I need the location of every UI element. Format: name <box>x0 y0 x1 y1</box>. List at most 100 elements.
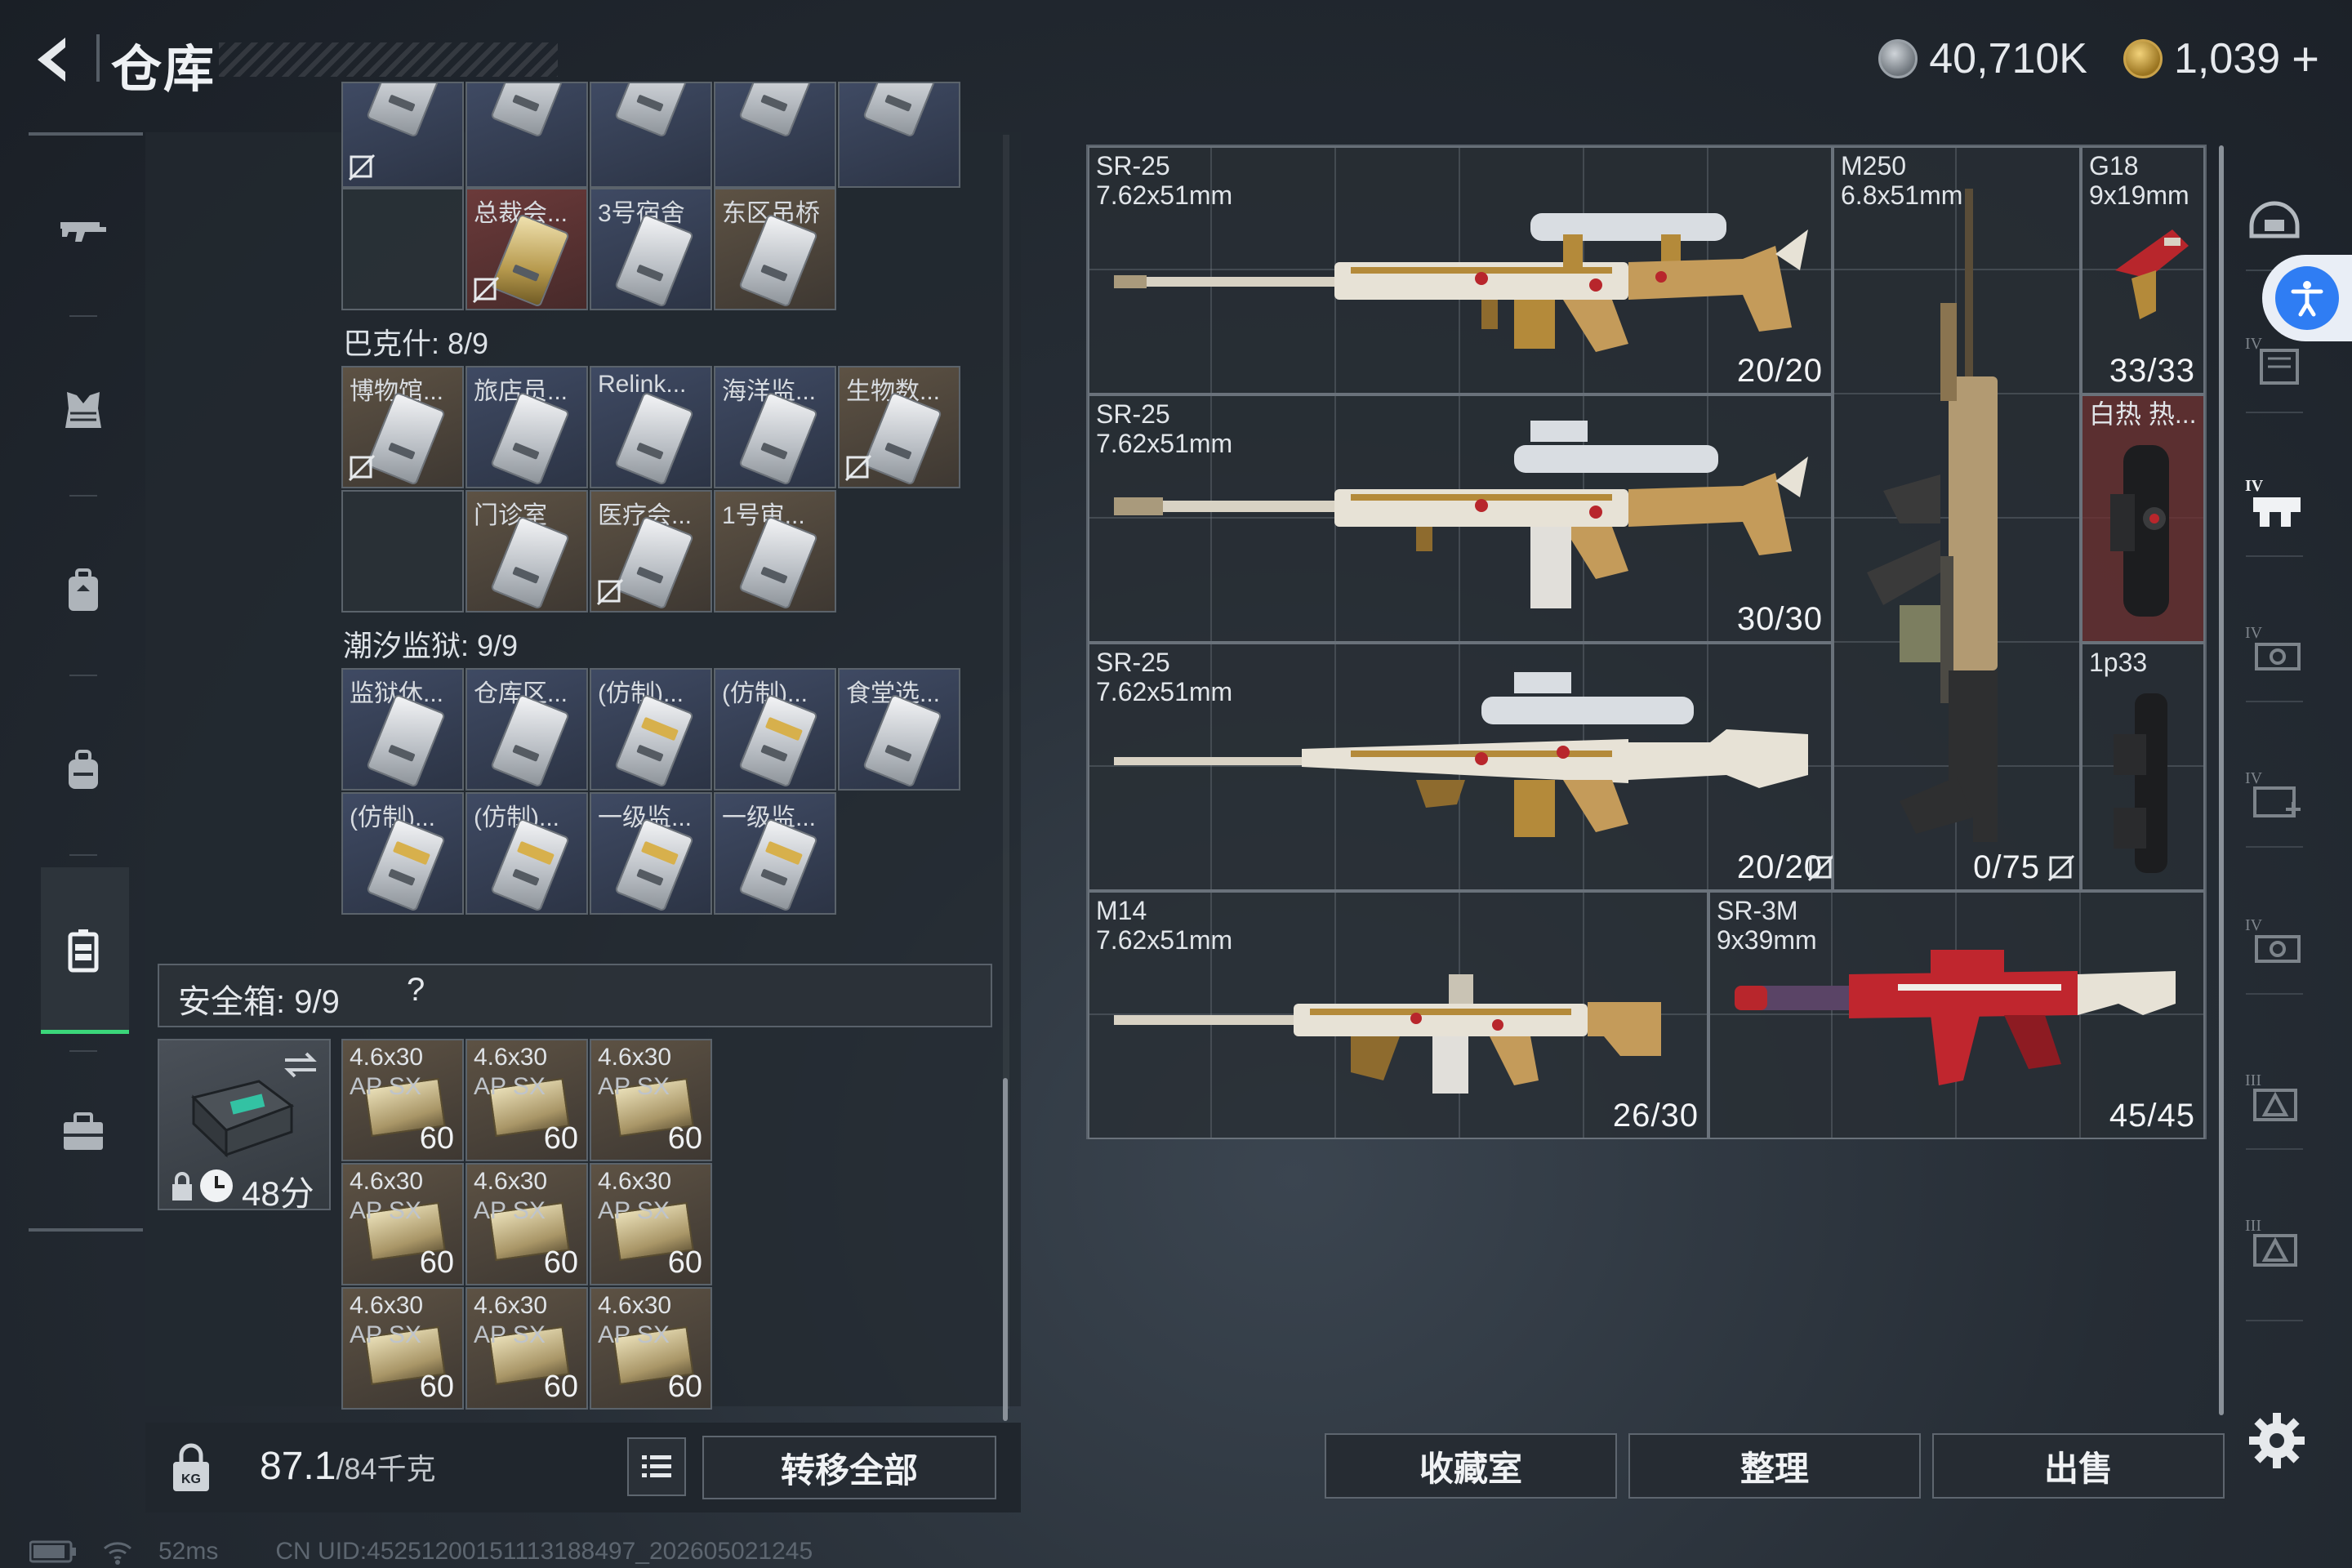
nav-backpack[interactable] <box>41 541 126 639</box>
tab-scope-iv[interactable]: IV <box>2238 614 2311 688</box>
grid-cell[interactable]: 生物数... <box>838 366 960 488</box>
weapon-ammo-count: 30/30 <box>1736 601 1823 637</box>
grid-cell[interactable] <box>466 82 588 188</box>
ammo-quantity: 60 <box>667 1121 702 1156</box>
grid-cell[interactable]: 博物馆... <box>341 366 464 488</box>
ammo-slot[interactable]: 4.6x30 AP SX 60 <box>590 1163 712 1285</box>
backpack-icon <box>69 568 98 611</box>
nav-bag[interactable] <box>41 720 126 818</box>
title-decoration <box>219 42 558 77</box>
nav-card-case[interactable] <box>41 902 126 1000</box>
weapon-grid-scrollbar[interactable] <box>2219 145 2224 1415</box>
grid-cell[interactable]: (仿制)... <box>714 668 836 791</box>
safe-box-help-button[interactable]: ? <box>407 972 425 1009</box>
grid-cell[interactable]: 医疗会... <box>590 490 712 612</box>
grid-cell[interactable]: 东区吊桥 <box>714 188 836 310</box>
grid-cell-empty[interactable] <box>341 490 464 612</box>
svg-text:IV: IV <box>2245 624 2263 642</box>
accessibility-icon[interactable] <box>2275 266 2339 330</box>
nav-armor[interactable] <box>41 361 126 459</box>
tab-warning-iii-2[interactable]: III <box>2238 1207 2311 1281</box>
weapon-slot[interactable]: SR-25 7.62x51mm 30/30 <box>1088 394 1833 643</box>
battery-icon <box>29 1540 76 1563</box>
gold-currency-value: 1,039 <box>2173 35 2281 82</box>
weapon-slot[interactable]: M250 6.8x51mm 0/75 <box>1833 146 2081 891</box>
add-currency-button[interactable]: + <box>2292 32 2319 87</box>
tab-separator <box>2246 993 2303 995</box>
list-view-button[interactable] <box>627 1437 686 1496</box>
storage-scrollbar[interactable] <box>1003 1078 1008 1421</box>
attachment-name: 1p33 <box>2089 648 2148 677</box>
svg-text:III: III <box>2245 1217 2261 1235</box>
ammo-quantity: 60 <box>667 1370 702 1404</box>
grid-cell[interactable] <box>714 82 836 188</box>
grid-cell[interactable]: 仓库区... <box>466 668 588 791</box>
grid-cell[interactable]: 一级监... <box>714 792 836 915</box>
grid-cell[interactable] <box>590 82 712 188</box>
collection-room-button[interactable]: 收藏室 <box>1325 1433 1617 1499</box>
grid-cell[interactable]: (仿制)... <box>590 668 712 791</box>
safe-timer: 48分 <box>242 1174 314 1213</box>
nav-separator <box>69 1050 97 1052</box>
ammo-slot[interactable]: 4.6x30 AP SX 60 <box>590 1039 712 1161</box>
nav-top-line <box>29 132 143 136</box>
ammo-slot[interactable]: 4.6x30 AP SX 60 <box>341 1163 464 1285</box>
weapon-storage-grid: SR-25 7.62x51mm 20/20 SR-25 7.62x51mm 30/3… <box>1086 145 2207 1139</box>
lock-icon <box>172 1172 192 1200</box>
grid-cell[interactable]: 一级监... <box>590 792 712 915</box>
grid-cell-empty[interactable] <box>341 188 464 310</box>
weapon-slot[interactable]: G18 9x19mm 33/33 <box>2081 146 2205 394</box>
weapon-slot[interactable]: M14 7.62x51mm 26/30 <box>1088 891 1708 1139</box>
grid-cell[interactable]: 总裁会... <box>466 188 588 310</box>
title-divider <box>96 34 100 82</box>
ammo-slot[interactable]: 4.6x30 AP SX 60 <box>341 1039 464 1161</box>
keycard-icon <box>366 83 446 138</box>
nav-toolbox[interactable] <box>41 1083 126 1181</box>
grid-cell[interactable]: (仿制)... <box>466 792 588 915</box>
sell-button[interactable]: 出售 <box>1932 1433 2225 1499</box>
weapon-slot[interactable]: SR-25 7.62x51mm 20/20 <box>1088 146 1833 394</box>
section-title-bakesh: 巴克什: 8/9 <box>343 327 489 360</box>
ammo-slot[interactable]: 4.6x30 AP SX 60 <box>466 1287 588 1410</box>
grid-cell[interactable]: 海洋监... <box>714 366 836 488</box>
grid-cell[interactable]: 旅店员... <box>466 366 588 488</box>
grid-cell[interactable]: Relink... <box>590 366 712 488</box>
clock-icon <box>200 1169 233 1202</box>
transfer-all-button[interactable]: 转移全部 <box>702 1436 996 1499</box>
tab-rig-iv[interactable]: IV <box>2238 467 2311 541</box>
nav-weapons[interactable] <box>41 181 126 279</box>
tab-separator <box>2246 701 2303 702</box>
attachment-name: 白热 热... <box>2089 399 2197 429</box>
tab-medkit-iv[interactable]: IV <box>2238 760 2311 833</box>
weapon-slot[interactable]: SR-3M 9x39mm 45/45 <box>1708 891 2205 1139</box>
warning-tier3-icon: III <box>2245 1071 2297 1121</box>
grid-cell[interactable] <box>341 82 464 188</box>
helmet-icon <box>2249 201 2300 238</box>
grid-cell[interactable]: 门诊室 <box>466 490 588 612</box>
grid-cell[interactable]: (仿制)... <box>341 792 464 915</box>
settings-gear-icon[interactable] <box>2246 1410 2308 1472</box>
tab-scope-iv-2[interactable]: IV <box>2238 906 2311 980</box>
ammo-type: AP SX <box>474 1197 546 1224</box>
weapon-slot[interactable]: SR-25 7.62x51mm 20/20 <box>1088 643 1835 891</box>
attachment-slot[interactable]: 白热 热... <box>2081 394 2205 643</box>
ammo-slot[interactable]: 4.6x30 AP SX 60 <box>590 1287 712 1410</box>
grid-cell[interactable]: 1号审... <box>714 490 836 612</box>
grid-cell[interactable]: 3号宿舍 <box>590 188 712 310</box>
organize-button[interactable]: 整理 <box>1628 1433 1921 1499</box>
attachment-slot[interactable]: 1p33 <box>2081 643 2205 891</box>
no-insurance-icon <box>1807 854 1835 882</box>
ammo-slot[interactable]: 4.6x30 AP SX 60 <box>466 1039 588 1161</box>
grid-cell[interactable]: 食堂选... <box>838 668 960 791</box>
currency-bar: 40,710K 1,039 + <box>1878 29 2319 88</box>
grid-cell[interactable]: 监狱休... <box>341 668 464 791</box>
tab-helmet[interactable] <box>2238 180 2311 253</box>
no-insurance-icon <box>472 276 500 304</box>
ammo-slot[interactable]: 4.6x30 AP SX 60 <box>466 1163 588 1285</box>
back-arrow-icon[interactable] <box>24 31 82 88</box>
grid-cell[interactable] <box>838 82 960 188</box>
ammo-type: AP SX <box>350 1197 421 1224</box>
ammo-slot[interactable]: 4.6x30 AP SX 60 <box>341 1287 464 1410</box>
tab-warning-iii[interactable]: III <box>2238 1062 2311 1135</box>
swap-icon[interactable] <box>282 1049 319 1081</box>
